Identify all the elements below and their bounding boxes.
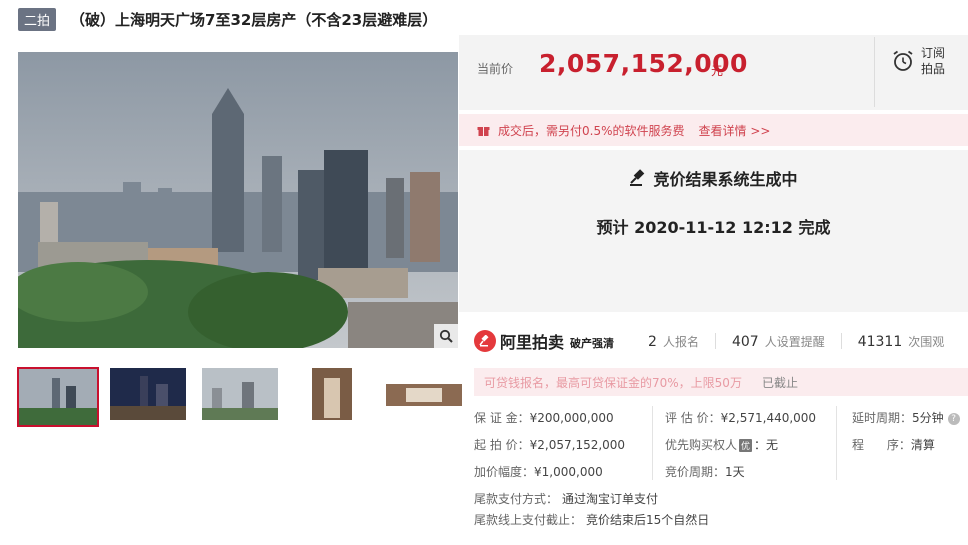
deposit-loan-text: 可贷钱报名，最高可贷保证金的70%，上限50万 [484, 375, 742, 390]
divider [840, 333, 842, 349]
view-details-link[interactable]: 查看详情 >> [699, 122, 771, 139]
gift-icon [477, 127, 490, 136]
zoom-button[interactable] [434, 324, 458, 348]
thumbnail-image [386, 368, 462, 420]
thumbnail-strip [17, 367, 466, 427]
thumbnail-4[interactable] [294, 368, 374, 426]
increment-value: ¥1,000,000 [534, 465, 603, 479]
auction-round-badge: 二拍 [18, 7, 57, 31]
cycle-value: 1天 [725, 465, 745, 479]
increment-key: 加价幅度： [474, 465, 535, 479]
cycle-info: 竞价周期：1天 [665, 463, 745, 480]
thumbnail-5[interactable] [386, 368, 466, 426]
start-price-info: 起 拍 价：¥2,057,152,000 [474, 436, 625, 453]
skyline-photo [18, 52, 458, 348]
deposit-loan-status: 已截止 [761, 375, 798, 390]
views-label: 次围观 [908, 334, 945, 349]
help-icon[interactable]: ? [947, 412, 960, 425]
main-photo[interactable] [18, 52, 458, 348]
result-panel: 竞价结果系统生成中 预计 2020-11-12 12:12 完成 [459, 150, 968, 312]
result-title-row: 竞价结果系统生成中 [459, 166, 968, 190]
ali-auction-logo: 阿里拍卖 破产强清 [474, 329, 614, 353]
divider [874, 37, 875, 107]
divider [714, 333, 716, 349]
appraisal-info: 评 估 价：¥2,571,440,000 [665, 409, 816, 426]
thumbnail-image [294, 368, 370, 420]
result-title: 竞价结果系统生成中 [653, 170, 798, 189]
procedure-value: 清算 [910, 438, 935, 452]
payment-method-key: 尾款支付方式： [474, 492, 559, 506]
thumbnail-1[interactable] [17, 367, 99, 427]
price-unit: 元 [711, 64, 724, 78]
magnifier-icon [439, 329, 453, 343]
deposit-key: 保 证 金： [474, 411, 530, 425]
signup-count: 2 [648, 333, 657, 350]
increment-info: 加价幅度：¥1,000,000 [474, 463, 603, 480]
notice-text: 成交后，需另付0.5%的软件服务费 [498, 123, 685, 138]
views-stat: 41311 次围观 [858, 333, 945, 350]
procedure-info: 程 序：清算 [852, 436, 935, 453]
reminder-stat: 407 人设置提醒 [732, 333, 825, 350]
gavel-icon [630, 169, 645, 186]
appraisal-value: ¥2,571,440,000 [720, 411, 817, 425]
priority-key: 优先购买权人 [665, 438, 738, 452]
page-title: （破）上海明天广场7至32层房产（不含23层避难层） [70, 10, 438, 29]
thumbnail-image [18, 368, 98, 426]
payment-deadline-value: 竞价结束后15个自然日 [586, 513, 710, 527]
alarm-clock-icon [893, 50, 913, 71]
priority-value: ：无 [754, 438, 779, 452]
payment-method-info: 尾款支付方式： 通过淘宝订单支付 [474, 490, 658, 507]
divider [652, 406, 653, 480]
expected-completion: 预计 2020-11-12 12:12 完成 [596, 218, 831, 237]
delay-key: 延时周期： [852, 411, 913, 425]
priority-tag[interactable]: 优 [739, 439, 753, 452]
deposit-info: 保 证 金：¥200,000,000 [474, 409, 614, 426]
thumbnail-image [110, 368, 186, 420]
thumbnail-3[interactable] [202, 368, 282, 426]
price-label: 当前价 [477, 62, 514, 76]
gavel-logo-icon [474, 330, 496, 352]
thumbnail-image [202, 368, 278, 420]
stats-row: 阿里拍卖 破产强清 2 人报名 407 人设置提醒 41311 次围观 [474, 328, 968, 354]
thumbnail-2[interactable] [110, 368, 190, 426]
signup-stat: 2 人报名 [648, 333, 699, 350]
deposit-loan-bar: 可贷钱报名，最高可贷保证金的70%，上限50万 已截止 [474, 368, 968, 396]
views-count: 41311 [857, 333, 903, 350]
service-fee-notice: 成交后，需另付0.5%的软件服务费 查看详情 >> [459, 114, 968, 146]
start-price-key: 起 拍 价： [474, 438, 530, 452]
platform-tag: 破产强清 [570, 337, 615, 350]
payment-deadline-info: 尾款线上支付截止： 竞价结束后15个自然日 [474, 511, 709, 528]
delay-value: 5分钟 [912, 411, 944, 425]
signup-label: 人报名 [662, 334, 699, 349]
divider [836, 406, 837, 480]
payment-method-value: 通过淘宝订单支付 [562, 492, 659, 506]
procedure-key: 程 序： [852, 438, 911, 452]
start-price-value: ¥2,057,152,000 [529, 438, 626, 452]
cycle-key: 竞价周期： [665, 465, 726, 479]
subscribe-label: 订阅拍品 [921, 46, 946, 76]
price-panel: 当前价 2,057,152,000 元 订阅拍品 [459, 35, 968, 110]
payment-deadline-key: 尾款线上支付截止： [474, 513, 583, 527]
appraisal-key: 评 估 价： [665, 411, 721, 425]
reminder-label: 人设置提醒 [764, 334, 825, 349]
delay-info: 延时周期：5分钟? [852, 409, 960, 426]
title-row: 二拍 （破）上海明天广场7至32层房产（不含23层避难层） [18, 7, 438, 31]
deposit-value: ¥200,000,000 [529, 411, 614, 425]
reminder-count: 407 [731, 333, 759, 350]
subscribe-button[interactable]: 订阅拍品 [891, 45, 947, 77]
priority-info: 优先购买权人优：无 [665, 436, 778, 453]
platform-name: 阿里拍卖 [500, 333, 565, 352]
